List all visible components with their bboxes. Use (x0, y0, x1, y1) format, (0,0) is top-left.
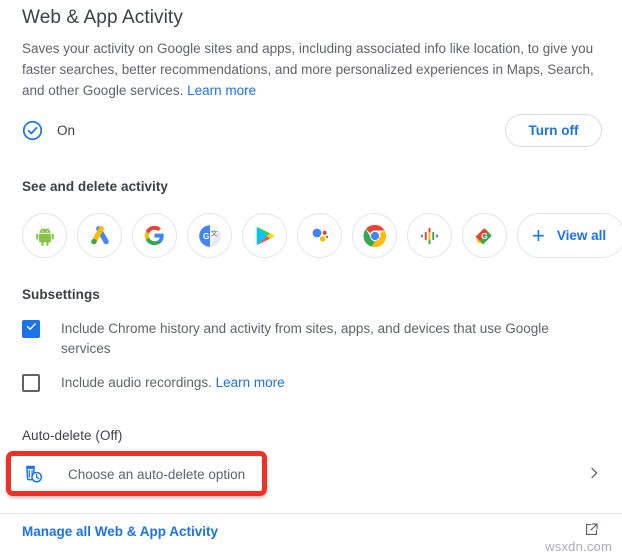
app-chip-google-search[interactable] (132, 213, 177, 258)
google-icon (144, 225, 165, 246)
trash-clock-icon (22, 463, 44, 485)
app-chip-google-play[interactable] (242, 213, 287, 258)
open-in-new-icon[interactable] (583, 521, 600, 538)
page-title: Web & App Activity (22, 7, 183, 28)
checkbox-audio-recordings[interactable] (22, 374, 40, 392)
manage-all-activity-link[interactable]: Manage all Web & App Activity (22, 524, 218, 539)
subsetting-audio-text: Include audio recordings. (61, 375, 212, 390)
page-description: Saves your activity on Google sites and … (22, 38, 600, 101)
view-all-label: View all (556, 228, 607, 243)
svg-text:文: 文 (210, 228, 217, 237)
app-icon-strip: G 文 G + View all (22, 213, 622, 258)
choose-auto-delete-option-row[interactable]: Choose an auto-delete option (22, 459, 602, 489)
see-and-delete-heading: See and delete activity (22, 179, 168, 194)
checkbox-chrome-history[interactable] (22, 320, 40, 338)
auto-delete-heading: Auto-delete (Off) (22, 428, 123, 443)
status-label: On (57, 122, 76, 138)
app-chip-google-shopping[interactable]: G (462, 213, 507, 258)
subsetting-label-audio-recordings: Include audio recordings. Learn more (61, 373, 285, 393)
app-chip-google-ads[interactable] (77, 213, 122, 258)
description-learn-more-link[interactable]: Learn more (187, 83, 256, 98)
android-icon (34, 225, 56, 247)
audio-learn-more-link[interactable]: Learn more (216, 375, 285, 390)
app-chip-google-assistant[interactable] (297, 213, 342, 258)
chrome-icon (363, 224, 387, 248)
app-chip-google-chrome[interactable] (352, 213, 397, 258)
svg-text:G: G (481, 232, 487, 241)
google-play-icon (254, 225, 276, 247)
choose-auto-delete-option-label: Choose an auto-delete option (68, 466, 246, 482)
google-shopping-icon: G (473, 224, 496, 247)
subsetting-row-audio-recordings[interactable]: Include audio recordings. Learn more (22, 373, 602, 393)
page-description-text: Saves your activity on Google sites and … (22, 41, 594, 98)
google-podcasts-icon (419, 225, 441, 247)
app-chip-google-translate[interactable]: G 文 (187, 213, 232, 258)
chevron-right-icon[interactable] (586, 465, 602, 481)
footer-divider (0, 513, 622, 514)
subsettings-heading: Subsettings (22, 287, 100, 302)
subsetting-row-chrome-history[interactable]: Include Chrome history and activity from… (22, 319, 602, 359)
app-chip-android[interactable] (22, 213, 67, 258)
google-assistant-icon (308, 224, 331, 247)
svg-text:G: G (203, 231, 210, 241)
view-all-button[interactable]: + View all (517, 213, 622, 258)
google-translate-icon: G 文 (198, 224, 222, 248)
checkmark-icon (26, 323, 36, 330)
app-chip-google-podcasts[interactable] (407, 213, 452, 258)
check-circle-icon (22, 120, 43, 141)
google-ads-icon (88, 224, 112, 248)
activity-status: On (22, 118, 75, 142)
watermark: wsxdn.com (545, 539, 612, 554)
subsetting-label-chrome-history: Include Chrome history and activity from… (61, 321, 549, 356)
plus-icon: + (532, 222, 545, 248)
web-and-app-activity-panel: Web & App Activity Saves your activity o… (0, 0, 622, 556)
turn-off-button[interactable]: Turn off (505, 114, 602, 147)
